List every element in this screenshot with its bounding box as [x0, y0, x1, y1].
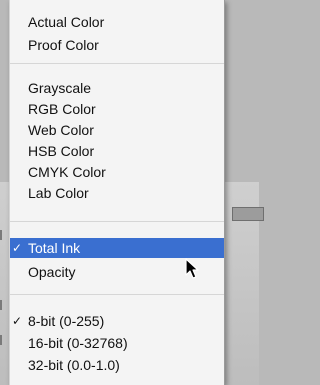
background-tab — [232, 207, 264, 221]
menu-item-lab-color[interactable]: Lab Color — [10, 183, 224, 203]
menu-item-hsb-color[interactable]: HSB Color — [10, 141, 224, 161]
background-mark — [0, 230, 2, 240]
menu-separator — [10, 221, 224, 222]
menu-item-web-color[interactable]: Web Color — [10, 120, 224, 140]
menu-item-proof-color[interactable]: Proof Color — [10, 35, 224, 55]
checkmark-icon: ✓ — [11, 241, 23, 255]
background-mark — [0, 335, 2, 345]
menu-item-label: Grayscale — [28, 80, 92, 96]
color-mode-menu: Actual Color Proof Color Grayscale RGB C… — [9, 0, 225, 385]
menu-item-label: 32-bit (0.0-1.0) — [28, 357, 120, 373]
menu-item-grayscale[interactable]: Grayscale — [10, 78, 224, 98]
background-mark — [0, 300, 2, 310]
menu-item-label: 8-bit (0-255) — [28, 313, 105, 329]
menu-item-actual-color[interactable]: Actual Color — [10, 12, 224, 32]
menu-item-label: Web Color — [28, 122, 94, 138]
menu-separator — [10, 63, 224, 64]
menu-item-label: Opacity — [28, 264, 76, 280]
menu-item-label: RGB Color — [28, 101, 96, 117]
menu-item-label: Actual Color — [28, 14, 105, 30]
checkmark-icon: ✓ — [11, 314, 23, 328]
menu-item-label: HSB Color — [28, 143, 95, 159]
mouse-pointer-icon — [185, 258, 199, 279]
menu-item-32-bit[interactable]: 32-bit (0.0-1.0) — [10, 355, 224, 375]
menu-item-label: Total Ink — [28, 240, 81, 256]
menu-separator — [10, 294, 224, 295]
menu-item-label: Proof Color — [28, 37, 99, 53]
menu-item-total-ink[interactable]: ✓ Total Ink — [10, 238, 224, 258]
menu-item-rgb-color[interactable]: RGB Color — [10, 99, 224, 119]
menu-item-cmyk-color[interactable]: CMYK Color — [10, 162, 224, 182]
menu-item-label: CMYK Color — [28, 164, 106, 180]
menu-item-8-bit[interactable]: ✓ 8-bit (0-255) — [10, 311, 224, 331]
menu-item-label: 16-bit (0-32768) — [28, 335, 128, 351]
menu-item-16-bit[interactable]: 16-bit (0-32768) — [10, 333, 224, 353]
menu-item-label: Lab Color — [28, 185, 89, 201]
